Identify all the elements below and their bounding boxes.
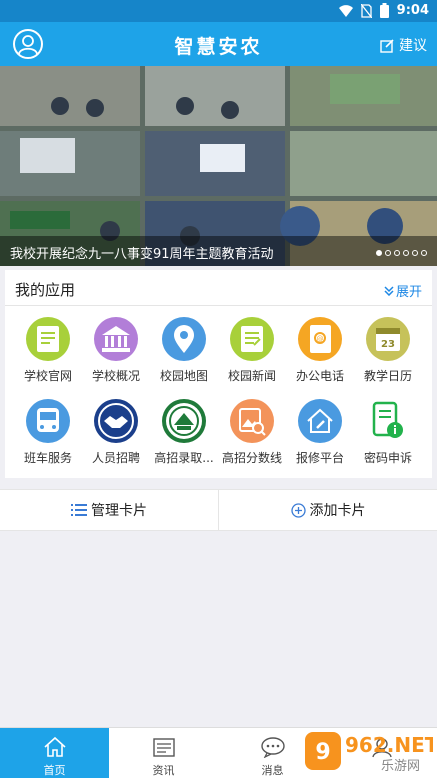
app-item[interactable]: 人员招聘 — [81, 399, 151, 466]
pager-dot — [376, 250, 382, 256]
my-apps-header: 我的应用 展开 — [5, 270, 432, 306]
app-item-label: 教学日历 — [363, 369, 412, 383]
my-apps-title: 我的应用 — [15, 281, 76, 299]
my-apps-panel: 我的应用 展开 学校官网 学校概况 校园地图 校园新闻 @ 办公电话 23 教学日历班车服务 人… — [5, 270, 432, 478]
status-bar: 9:04 — [0, 0, 437, 22]
watermark-text: 962.NET — [345, 733, 433, 757]
app-item-label: 人员招聘 — [91, 451, 140, 465]
app-item[interactable]: 密码申诉 — [353, 399, 423, 466]
app-item[interactable]: @ 办公电话 — [285, 317, 355, 384]
app-header: 智慧安农 建议 — [0, 22, 437, 66]
manage-cards-button[interactable]: 管理卡片 — [0, 490, 218, 530]
app-item-label: 办公电话 — [295, 369, 344, 383]
calendar-icon: 23 — [366, 317, 410, 361]
app-item[interactable]: 学校官网 — [13, 317, 83, 384]
pager-dot — [394, 250, 400, 256]
double-chevron-down-icon — [384, 285, 394, 296]
app-item-label: 校园地图 — [159, 369, 208, 383]
app-item-label: 学校官网 — [23, 369, 72, 383]
tab-news[interactable]: 资讯 — [109, 728, 218, 778]
expand-button[interactable]: 展开 — [384, 281, 422, 300]
wifi-icon — [338, 4, 353, 17]
suggest-label: 建议 — [399, 38, 427, 54]
list-icon — [71, 504, 87, 516]
add-card-label: 添加卡片 — [309, 503, 366, 519]
app-item[interactable]: 高招录取... — [149, 399, 219, 466]
expand-label: 展开 — [395, 285, 422, 300]
app-item[interactable]: 23 教学日历 — [353, 317, 423, 384]
card-controls: 管理卡片 添加卡片 — [0, 489, 437, 531]
news-icon — [230, 317, 274, 361]
app-item[interactable]: 报修平台 — [285, 399, 355, 466]
app-item[interactable]: 学校概况 — [81, 317, 151, 384]
map-pin-icon — [162, 317, 206, 361]
no-sim-icon — [360, 3, 372, 18]
building-icon — [94, 317, 138, 361]
tab-home[interactable]: 首页 — [0, 728, 109, 778]
battery-icon — [379, 3, 389, 18]
add-card-button[interactable]: 添加卡片 — [219, 490, 437, 530]
clock: 9:04 — [396, 3, 429, 18]
page-title: 智慧安农 — [174, 36, 263, 58]
app-item[interactable]: 高招分数线 — [217, 399, 287, 466]
tab-home-label: 首页 — [43, 764, 66, 777]
pager-dot — [385, 250, 391, 256]
app-item[interactable]: 班车服务 — [13, 399, 83, 466]
banner-pager — [376, 250, 427, 256]
news-icon — [152, 738, 175, 757]
manage-cards-label: 管理卡片 — [91, 503, 147, 519]
watermark-sub: 乐游网 — [381, 759, 420, 774]
app-item-label: 班车服务 — [23, 451, 72, 465]
app-item-label: 高招录取... — [154, 451, 214, 465]
app-item-label: 学校概况 — [91, 369, 140, 383]
tab-news-label: 资讯 — [152, 764, 175, 777]
document-icon — [26, 317, 70, 361]
app-item-label: 报修平台 — [295, 451, 344, 465]
home-icon — [43, 736, 66, 757]
app-item[interactable]: 校园新闻 — [217, 317, 287, 384]
banner-caption: 我校开展纪念九一八事变91周年主题教育活动 — [0, 236, 437, 266]
svg-text:@: @ — [317, 335, 324, 343]
app-item-label: 校园新闻 — [227, 369, 276, 383]
chat-icon — [260, 737, 285, 758]
bus-icon — [26, 399, 70, 443]
handshake-icon — [94, 399, 138, 443]
school-seal-icon — [162, 399, 206, 443]
house-wrench-icon — [298, 399, 342, 443]
svg-text:9: 9 — [315, 740, 330, 765]
image-search-icon — [230, 399, 274, 443]
app-item-label: 高招分数线 — [221, 451, 282, 465]
pager-dot — [403, 250, 409, 256]
app-item[interactable]: 校园地图 — [149, 317, 219, 384]
pager-dot — [421, 250, 427, 256]
edit-icon — [380, 38, 394, 53]
info-doc-icon — [366, 399, 410, 443]
news-banner[interactable]: 我校开展纪念九一八事变91周年主题教育活动 — [0, 66, 437, 266]
pager-dot — [412, 250, 418, 256]
svg-text:23: 23 — [381, 339, 395, 350]
site-watermark-logo: 9 962.NET 乐游网 — [303, 730, 437, 774]
add-circle-icon — [290, 502, 306, 518]
app-item-label: 密码申诉 — [363, 451, 412, 465]
phone-book-icon: @ — [298, 317, 342, 361]
suggest-button[interactable]: 建议 — [380, 35, 427, 55]
